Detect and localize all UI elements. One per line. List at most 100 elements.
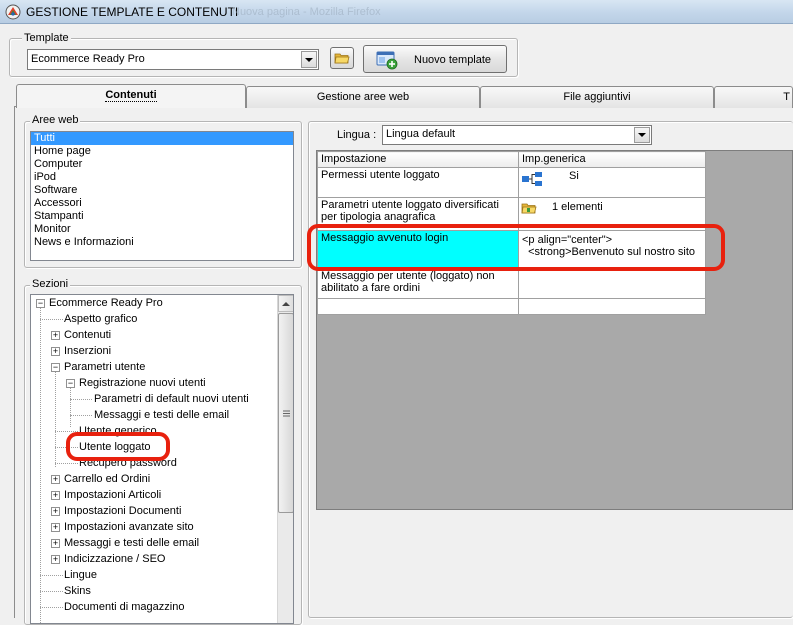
tree-item[interactable]: Inserzioni	[64, 343, 111, 359]
tree-line	[55, 447, 78, 448]
table-row[interactable]: Parametri utente loggato diversificati p…	[317, 197, 706, 231]
table-header-row: Impostazione Imp.generica	[317, 151, 706, 168]
setting-value-text: Si	[569, 170, 579, 182]
new-template-button[interactable]: Nuovo template	[363, 45, 507, 73]
tree-line	[55, 463, 78, 464]
tree-line	[55, 431, 78, 432]
tab-contenuti[interactable]: Contenuti	[16, 84, 246, 108]
tree-expand-icon[interactable]: +	[51, 331, 60, 340]
tree-line	[40, 575, 63, 576]
settings-grid[interactable]: Impostazione Imp.generica Permessi utent…	[316, 150, 793, 510]
tree-item[interactable]: Utente loggato	[79, 439, 151, 455]
scroll-up-button[interactable]	[278, 295, 293, 312]
dropdown-arrow-icon[interactable]	[301, 51, 317, 68]
new-template-label: Nuovo template	[414, 54, 492, 66]
tree-line	[40, 591, 63, 592]
table-row[interactable]: Messaggio per utente (loggato) non abili…	[317, 268, 706, 299]
list-item[interactable]: Software	[31, 184, 293, 197]
setting-name-highlighted[interactable]: Messaggio avvenuto login	[317, 230, 519, 269]
tree-line	[40, 607, 63, 608]
tree-line	[70, 399, 92, 400]
tree-item[interactable]: Carrello ed Ordini	[64, 471, 150, 487]
tree-item[interactable]: Parametri utente	[64, 359, 145, 375]
tree-item[interactable]: Utente generico	[79, 423, 157, 439]
list-item[interactable]: Computer	[31, 158, 293, 171]
column-header-impostazione[interactable]: Impostazione	[317, 151, 519, 168]
setting-value[interactable]	[518, 268, 706, 299]
lingua-select[interactable]: Lingua default	[382, 125, 652, 145]
list-item[interactable]: Accessori	[31, 197, 293, 210]
setting-name[interactable]	[317, 298, 519, 315]
lingua-label: Lingua :	[337, 129, 377, 141]
setting-value-text: 1 elementi	[552, 201, 603, 213]
tree-item[interactable]: Impostazioni avanzate sito	[64, 519, 194, 535]
template-select[interactable]: Ecommerce Ready Pro	[27, 49, 319, 70]
open-folder-button[interactable]	[330, 47, 354, 69]
list-item[interactable]: Monitor	[31, 223, 293, 236]
table-row[interactable]	[317, 298, 706, 315]
tree-item[interactable]: Lingue	[64, 567, 97, 583]
aree-web-list[interactable]: Tutti Home page Computer iPod Software A…	[30, 131, 294, 261]
sezioni-label: Sezioni	[30, 278, 71, 290]
tree-item[interactable]: Parametri di default nuovi utenti	[94, 391, 249, 407]
background-window-caption: Nuova pagina - Mozilla Firefox	[232, 6, 381, 18]
tab-overflow-label: T	[783, 91, 790, 103]
tree-item[interactable]: Documenti di magazzino	[64, 599, 184, 615]
tree-item[interactable]: Messaggi e testi delle email	[64, 535, 199, 551]
tree-line	[55, 371, 56, 467]
tree-collapse-icon[interactable]: −	[51, 363, 60, 372]
tree-expand-icon[interactable]: +	[51, 507, 60, 516]
tree-item[interactable]: Registrazione nuovi utenti	[79, 375, 206, 391]
tree-item[interactable]: Ecommerce Ready Pro	[49, 295, 163, 311]
title-bar[interactable]: GESTIONE TEMPLATE E CONTENUTI Nuova pagi…	[0, 0, 793, 24]
setting-value[interactable]: 1 elementi	[518, 197, 706, 231]
tree-expand-icon[interactable]: +	[51, 523, 60, 532]
list-item[interactable]: Home page	[31, 145, 293, 158]
tab-file-aggiuntivi[interactable]: File aggiuntivi	[480, 86, 714, 108]
tree-item[interactable]: Recupero password	[79, 455, 177, 471]
list-item[interactable]: iPod	[31, 171, 293, 184]
tree-scrollbar[interactable]	[277, 295, 293, 623]
list-item[interactable]: Stampanti	[31, 210, 293, 223]
tree-item[interactable]: Indicizzazione / SEO	[64, 551, 166, 567]
tab-contenuti-label: Contenuti	[105, 89, 157, 102]
tree-item[interactable]: Impostazioni Articoli	[64, 487, 161, 503]
folder-icon	[521, 203, 537, 214]
setting-name[interactable]: Parametri utente loggato diversificati p…	[317, 197, 519, 231]
sezioni-tree[interactable]: − Ecommerce Ready Pro Aspetto grafico + …	[30, 294, 294, 624]
tree-item[interactable]: Aspetto grafico	[64, 311, 137, 327]
setting-name[interactable]: Permessi utente loggato	[317, 167, 519, 198]
list-item[interactable]: News e Informazioni	[31, 236, 293, 249]
tree-collapse-icon[interactable]: −	[66, 379, 75, 388]
tree-item[interactable]: Skins	[64, 583, 91, 599]
tree-line	[70, 415, 92, 416]
setting-value[interactable]: <p align="center"> <strong>Benvenuto sul…	[518, 230, 706, 269]
tab-gestione-aree-web-label: Gestione aree web	[316, 91, 410, 103]
table-row[interactable]: Permessi utente loggato Si	[317, 167, 706, 198]
folder-icon	[334, 53, 350, 64]
grip-icon	[282, 410, 290, 416]
list-item[interactable]: Tutti	[31, 132, 293, 145]
tree-item[interactable]: Messaggi e testi delle email	[94, 407, 229, 423]
lingua-select-value: Lingua default	[386, 128, 456, 140]
dropdown-arrow-icon[interactable]	[634, 127, 650, 143]
setting-value[interactable]: Si	[518, 167, 706, 198]
window-title: GESTIONE TEMPLATE E CONTENUTI	[26, 5, 239, 19]
template-select-value: Ecommerce Ready Pro	[31, 53, 145, 65]
aree-web-label: Aree web	[30, 114, 81, 126]
tree-expand-icon[interactable]: +	[51, 555, 60, 564]
tree-expand-icon[interactable]: +	[51, 539, 60, 548]
table-row[interactable]: Messaggio avvenuto login <p align="cente…	[317, 230, 706, 269]
tree-collapse-icon[interactable]: −	[36, 299, 45, 308]
tree-expand-icon[interactable]: +	[51, 491, 60, 500]
tree-item[interactable]: Contenuti	[64, 327, 111, 343]
scroll-thumb[interactable]	[278, 313, 293, 513]
column-header-imp-generica[interactable]: Imp.generica	[518, 151, 706, 168]
setting-value[interactable]	[518, 298, 706, 315]
setting-name[interactable]: Messaggio per utente (loggato) non abili…	[317, 268, 519, 299]
tab-overflow[interactable]: T	[714, 86, 793, 108]
tab-gestione-aree-web[interactable]: Gestione aree web	[246, 86, 480, 108]
tree-expand-icon[interactable]: +	[51, 347, 60, 356]
tree-expand-icon[interactable]: +	[51, 475, 60, 484]
tree-item[interactable]: Impostazioni Documenti	[64, 503, 181, 519]
